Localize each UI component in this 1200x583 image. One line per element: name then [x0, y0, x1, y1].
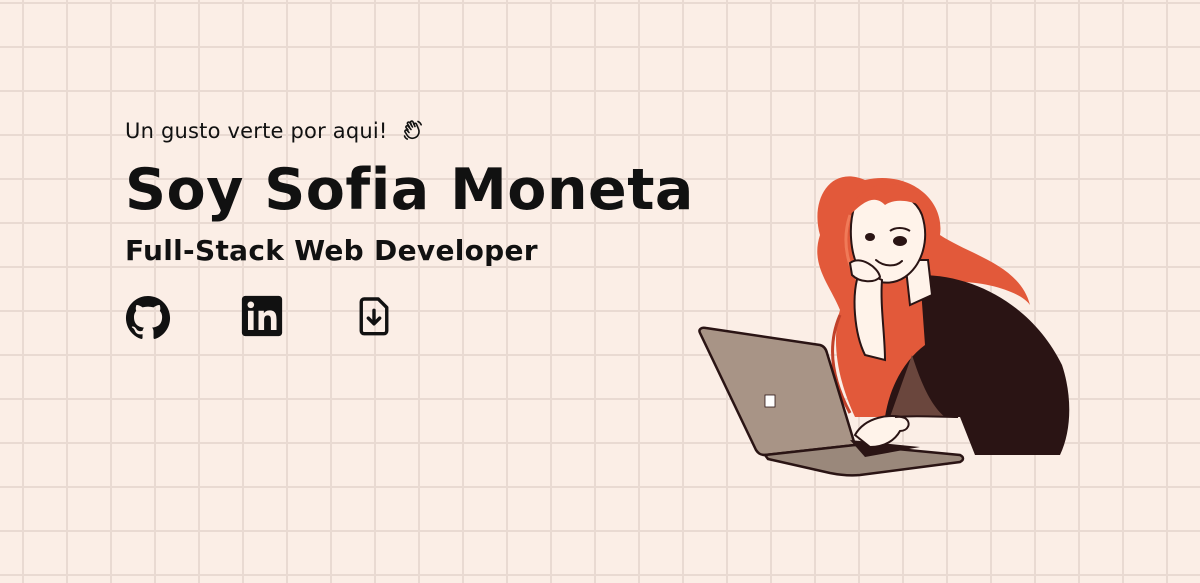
- file-download-icon: [357, 297, 391, 341]
- page-title: Soy Sofia Moneta: [125, 157, 694, 223]
- hero-section: Un gusto verte por aqui! Soy Sofia Monet…: [125, 112, 725, 341]
- linkedin-link[interactable]: [241, 295, 283, 341]
- github-icon: [125, 295, 171, 345]
- job-title: Full-Stack Web Developer: [125, 234, 538, 267]
- waving-hand-icon: [402, 115, 424, 153]
- social-links: [125, 295, 725, 341]
- woman-with-laptop-illustration: [690, 155, 1090, 485]
- linkedin-icon: [241, 295, 283, 341]
- download-cv-link[interactable]: [357, 295, 391, 341]
- greeting-text: Un gusto verte por aqui!: [125, 119, 388, 143]
- greeting-line: Un gusto verte por aqui!: [125, 112, 725, 153]
- github-link[interactable]: [125, 295, 171, 345]
